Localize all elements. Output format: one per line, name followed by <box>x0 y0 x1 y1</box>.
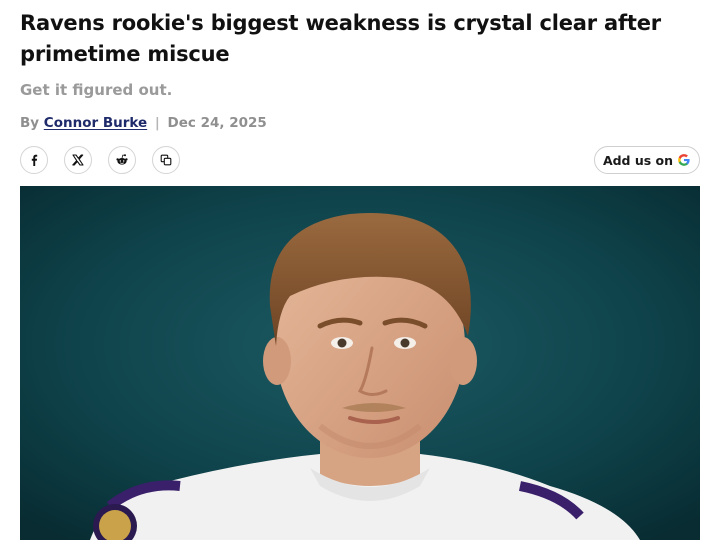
x-icon <box>72 154 84 166</box>
byline-prefix: By <box>20 115 40 131</box>
share-facebook-button[interactable] <box>20 146 48 174</box>
author-link[interactable]: Connor Burke <box>44 115 147 131</box>
add-us-on-google-button[interactable]: Add us on <box>594 146 700 174</box>
facebook-icon <box>31 154 38 166</box>
share-x-button[interactable] <box>64 146 92 174</box>
article-page: Ravens rookie's biggest weakness is crys… <box>0 0 720 540</box>
publish-date: Dec 24, 2025 <box>167 115 267 131</box>
google-icon <box>678 154 690 166</box>
byline-separator: | <box>154 115 160 131</box>
copy-link-button[interactable] <box>152 146 180 174</box>
player-photo <box>20 186 700 540</box>
copy-link-icon <box>160 154 172 166</box>
share-buttons <box>20 146 180 174</box>
byline: By Connor Burke | Dec 24, 2025 <box>20 113 267 133</box>
reddit-icon <box>116 154 128 165</box>
share-reddit-button[interactable] <box>108 146 136 174</box>
hero-image <box>20 186 700 540</box>
subtitle: Get it figured out. <box>20 81 173 99</box>
add-google-label: Add us on <box>602 152 674 168</box>
headline: Ravens rookie's biggest weakness is crys… <box>20 11 661 66</box>
